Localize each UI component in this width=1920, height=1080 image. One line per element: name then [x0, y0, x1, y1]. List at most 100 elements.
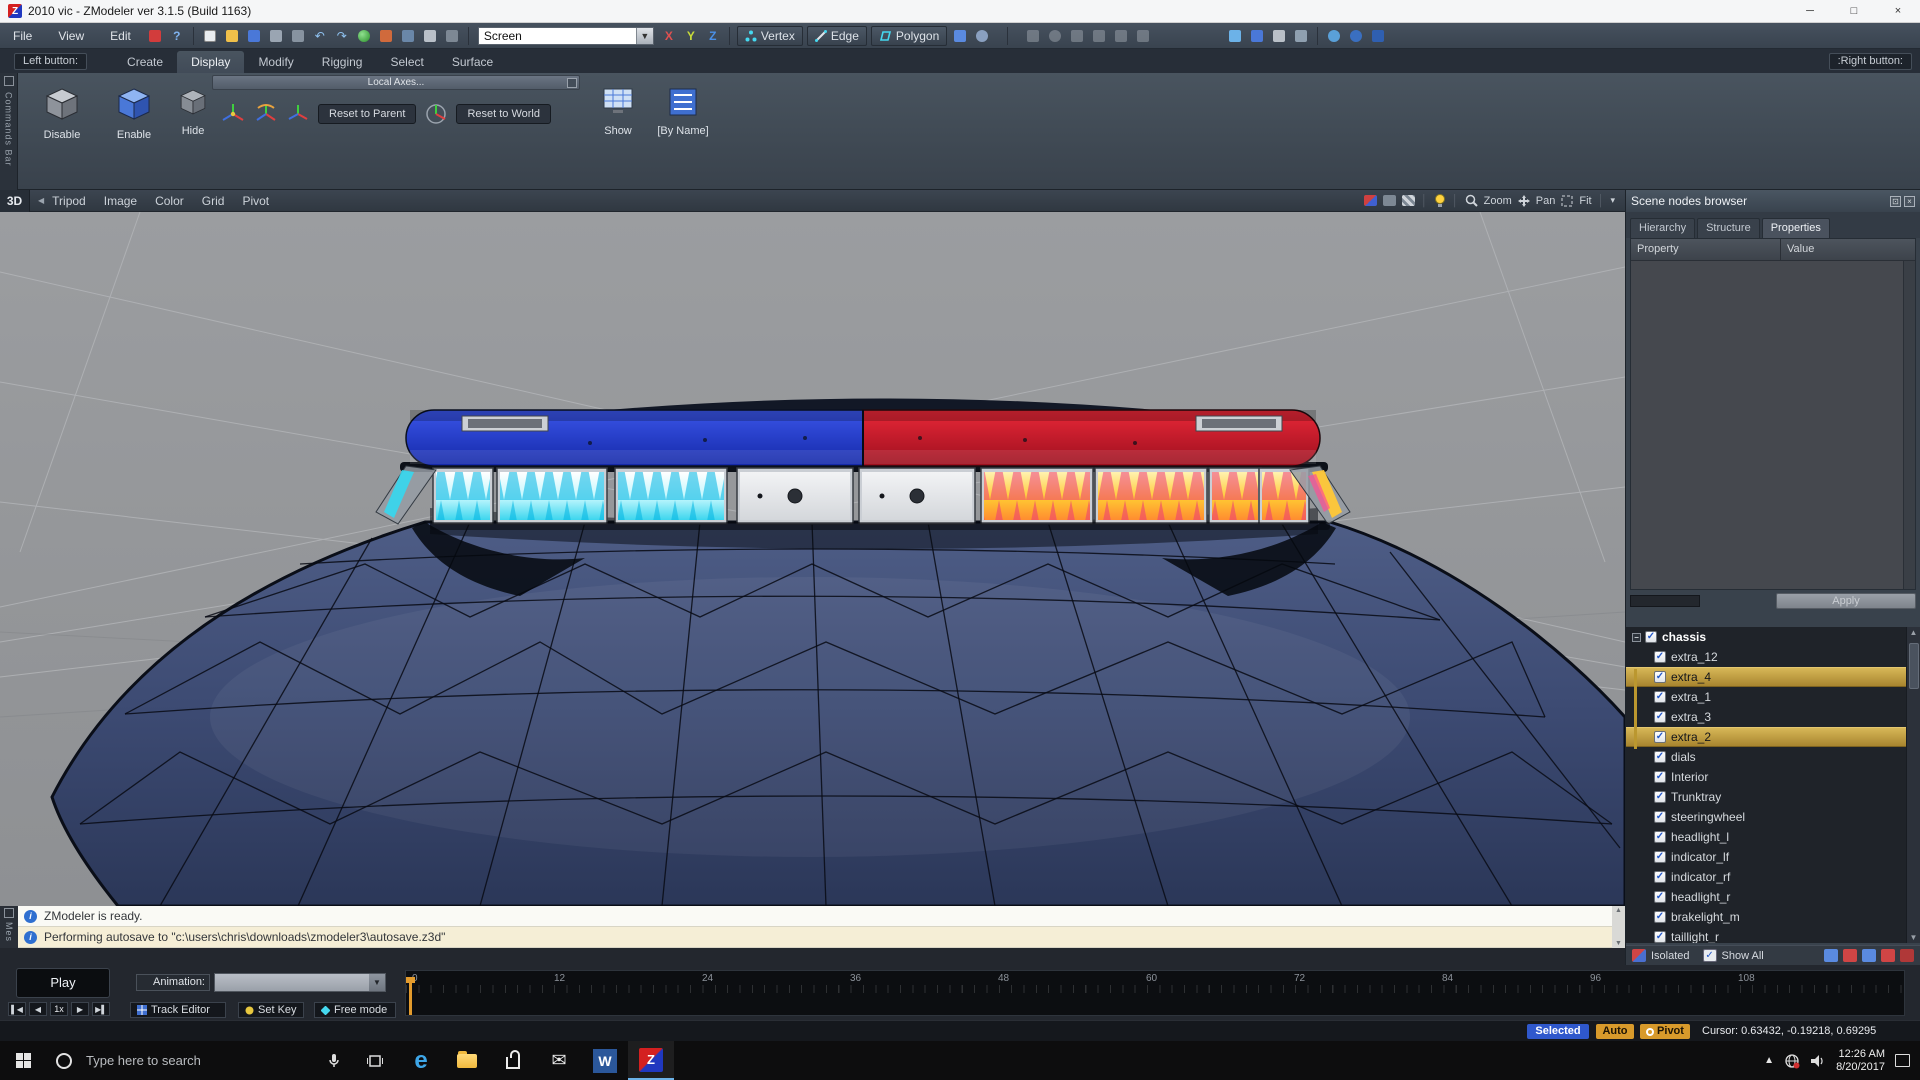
tree-node-root[interactable]: − ✓ chassis — [1626, 627, 1920, 647]
tree-node[interactable]: ✓brakelight_m — [1626, 907, 1920, 927]
combo-arrow-icon[interactable]: ▼ — [636, 28, 653, 44]
polygon-mode-button[interactable]: Polygon — [871, 26, 947, 46]
tree-node[interactable]: ✓Interior — [1626, 767, 1920, 787]
menu-file[interactable]: File — [0, 29, 45, 43]
tab-structure[interactable]: Structure — [1697, 218, 1760, 238]
visibility-checkbox[interactable]: ✓ — [1654, 691, 1666, 703]
textured-mode-icon[interactable] — [1402, 195, 1415, 206]
column-property[interactable]: Property — [1631, 239, 1781, 260]
ribbon-tab-surface[interactable]: Surface — [438, 51, 507, 73]
save-icon[interactable] — [244, 27, 264, 45]
axis-z-icon[interactable]: Z — [703, 27, 723, 45]
visibility-checkbox[interactable]: ✓ — [1654, 731, 1666, 743]
message-row[interactable]: i Performing autosave to "c:\users\chris… — [18, 927, 1612, 948]
axis-x-icon[interactable]: X — [659, 27, 679, 45]
tree-node-selected[interactable]: ✓extra_2 — [1626, 727, 1920, 747]
axes-world-icon[interactable] — [424, 102, 448, 126]
ribbon-tab-rigging[interactable]: Rigging — [308, 51, 377, 73]
timeline-ruler[interactable]: 0 12 24 36 48 60 72 84 96 108 — [405, 970, 1905, 1016]
tree-node[interactable]: ✓extra_12 — [1626, 647, 1920, 667]
maximize-button[interactable]: □ — [1832, 0, 1876, 22]
ribbon-tab-display[interactable]: Display — [177, 51, 244, 73]
ribbon-tab-select[interactable]: Select — [376, 51, 437, 73]
pan-icon[interactable] — [1518, 195, 1530, 207]
camera-icon[interactable] — [1324, 27, 1344, 45]
select-tool-icon[interactable] — [950, 27, 970, 45]
tree-node[interactable]: ✓steeringwheel — [1626, 807, 1920, 827]
tree-node[interactable]: ✓taillight_r — [1626, 927, 1920, 943]
redo-icon[interactable]: ↷ — [332, 27, 352, 45]
ruler-tool-icon[interactable] — [1291, 27, 1311, 45]
visibility-checkbox[interactable]: ✓ — [1654, 651, 1666, 663]
tree-node-selected[interactable]: ✓extra_4 — [1626, 667, 1920, 687]
fit-label[interactable]: Fit — [1579, 195, 1591, 207]
viewport-options-dropdown-icon[interactable]: ▾ — [1610, 195, 1615, 206]
start-button[interactable] — [0, 1041, 46, 1080]
tree-node[interactable]: ✓Trunktray — [1626, 787, 1920, 807]
rotate-tool-icon[interactable] — [1045, 27, 1065, 45]
playback-speed[interactable]: 1x — [50, 1002, 68, 1016]
align-tool-icon[interactable] — [1089, 27, 1109, 45]
by-name-button[interactable]: [By Name] — [650, 79, 716, 155]
brush-tool-icon[interactable] — [1247, 27, 1267, 45]
auto-badge[interactable]: Auto — [1596, 1024, 1634, 1039]
commands-bar-icon[interactable] — [4, 76, 14, 86]
show-all-button[interactable]: Show All — [1722, 950, 1764, 962]
panel-dock-icon[interactable]: ⊡ — [1890, 196, 1901, 207]
timeline-position-marker[interactable] — [409, 983, 412, 1015]
panel-close-icon[interactable]: × — [1904, 196, 1915, 207]
fit-icon[interactable] — [1561, 195, 1573, 207]
step-back-icon[interactable]: ◀ — [29, 1002, 47, 1016]
column-value[interactable]: Value — [1781, 239, 1915, 260]
visibility-checkbox[interactable]: ✓ — [1654, 791, 1666, 803]
edge-mode-button[interactable]: Edge — [807, 26, 867, 46]
axes-orbit-icon[interactable] — [254, 102, 278, 126]
material-editor-icon[interactable] — [354, 27, 374, 45]
messages-panel-icon[interactable] — [4, 908, 14, 918]
texture-icon[interactable] — [398, 27, 418, 45]
axis-y-icon[interactable]: Y — [681, 27, 701, 45]
network-icon[interactable] — [1784, 1053, 1800, 1069]
go-to-end-icon[interactable]: ▶▌ — [92, 1002, 110, 1016]
modified-flag-icon[interactable] — [145, 27, 165, 45]
visibility-checkbox[interactable]: ✓ — [1654, 851, 1666, 863]
grid-snap-icon[interactable] — [420, 27, 440, 45]
visibility-checkbox[interactable]: ✓ — [1654, 831, 1666, 843]
animation-dropdown[interactable]: ▼ — [214, 973, 386, 992]
render-icon[interactable] — [1368, 27, 1388, 45]
search-mic-button[interactable] — [316, 1041, 352, 1080]
viewport-collapse-icon[interactable]: ◀ — [38, 196, 44, 205]
visibility-checkbox[interactable]: ✓ — [1654, 771, 1666, 783]
zoom-icon[interactable] — [1465, 194, 1478, 207]
footer-tool-icon-1[interactable] — [1824, 949, 1838, 962]
viewport-menu-pivot[interactable]: Pivot — [242, 194, 269, 208]
vertex-mode-button[interactable]: Vertex — [737, 26, 803, 46]
viewport-menu-tripod[interactable]: Tripod — [52, 194, 86, 208]
viewport-3d-canvas[interactable] — [0, 212, 1625, 906]
tree-node[interactable]: ✓indicator_rf — [1626, 867, 1920, 887]
step-forward-icon[interactable]: ▶ — [71, 1002, 89, 1016]
play-button[interactable]: Play — [16, 968, 110, 998]
visibility-checkbox[interactable]: ✓ — [1654, 871, 1666, 883]
taskbar-app-word[interactable]: W — [582, 1041, 628, 1080]
move-tool-icon[interactable] — [1023, 27, 1043, 45]
taskbar-clock[interactable]: 12:26 AM 8/20/2017 — [1836, 1048, 1885, 1074]
new-file-icon[interactable] — [200, 27, 220, 45]
axes-icon[interactable] — [220, 102, 246, 126]
taskbar-search[interactable]: Type here to search — [86, 1053, 316, 1068]
free-mode-button[interactable]: Free mode — [314, 1002, 396, 1018]
collapse-icon[interactable]: − — [1632, 633, 1641, 642]
tree-node[interactable]: ✓headlight_r — [1626, 887, 1920, 907]
tree-node[interactable]: ✓headlight_l — [1626, 827, 1920, 847]
tree-node[interactable]: ✓extra_3 — [1626, 707, 1920, 727]
show-button[interactable]: Show — [592, 79, 644, 155]
visibility-checkbox[interactable]: ✓ — [1654, 811, 1666, 823]
tree-node[interactable]: ✓dials — [1626, 747, 1920, 767]
scrollbar-thumb[interactable] — [1909, 643, 1919, 689]
viewport-type-label[interactable]: 3D — [0, 190, 30, 212]
measure-tool-icon[interactable] — [1269, 27, 1289, 45]
taskbar-app-explorer[interactable] — [444, 1041, 490, 1080]
isolated-button[interactable]: Isolated — [1651, 950, 1690, 962]
viewport-menu-color[interactable]: Color — [155, 194, 184, 208]
go-to-start-icon[interactable]: ▌◀ — [8, 1002, 26, 1016]
